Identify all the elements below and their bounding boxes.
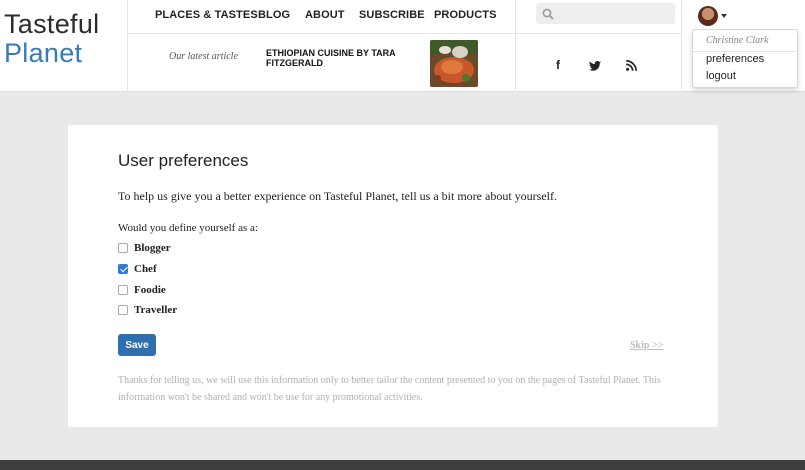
menu-item-logout[interactable]: logout [706,70,736,82]
checkbox-blogger[interactable] [118,243,128,253]
logo-line-2: Planet [4,38,83,68]
option-traveller[interactable]: Traveller [118,303,177,317]
avatar[interactable] [698,6,718,26]
nav-blog[interactable]: BLOG [258,9,290,21]
nav-places-tastes[interactable]: PLACES & TASTES [155,9,258,21]
intro-text: To help us give you a better experience … [118,189,557,203]
latest-article-thumbnail[interactable] [430,40,478,87]
page-title: User preferences [118,151,249,170]
privacy-note: Thanks for telling us, we will use this … [118,375,661,403]
latest-article-title[interactable]: ETHIOPIAN CUISINE by TARA FITZGERALD [266,48,411,68]
dropdown-user-name: Christine Clark [706,35,769,46]
divider [516,33,682,34]
chevron-down-icon[interactable] [721,14,727,18]
search-icon[interactable] [542,7,554,25]
option-foodie[interactable]: Foodie [118,283,166,297]
menu-item-preferences[interactable]: preferences [706,53,764,65]
nav-about[interactable]: ABOUT [305,9,345,21]
option-label: Foodie [134,284,166,296]
save-button[interactable]: Save [118,334,156,356]
logo-line-1: Tasteful [4,9,100,39]
user-dropdown-menu: Christine Clark preferences logout [692,29,798,88]
site-logo[interactable]: Tasteful Planet [0,0,128,92]
rss-icon[interactable] [626,60,637,74]
search-social-column: f [515,0,682,92]
preferences-card: User preferences To help us give you a b… [68,125,718,427]
dropdown-divider [693,51,797,52]
footer-bar [0,460,805,470]
option-chef[interactable]: Chef [118,262,157,276]
main-nav: PLACES & TASTES BLOG ABOUT SUBSCRIBE PRO… [128,0,516,34]
checkbox-foodie[interactable] [118,285,128,295]
facebook-icon[interactable]: f [556,58,560,72]
nav-products[interactable]: PRODUCTS [434,9,497,21]
option-label: Traveller [134,304,178,316]
nav-subscribe[interactable]: SUBSCRIBE [359,9,425,21]
skip-link[interactable]: Skip >> [630,340,663,351]
checkbox-traveller[interactable] [118,305,128,315]
question-label: Would you define yourself as a: [118,222,258,234]
twitter-icon[interactable] [589,60,601,74]
latest-article-strip: Our latest article ETHIOPIAN CUISINE by … [128,34,516,92]
site-header: Tasteful Planet PLACES & TASTES BLOG ABO… [0,0,805,92]
option-blogger[interactable]: Blogger [118,241,171,255]
latest-article-label: Our latest article [169,51,238,62]
option-label: Chef [134,263,157,275]
option-label: Blogger [134,242,171,254]
checkbox-chef[interactable] [118,264,128,274]
search-input[interactable] [536,3,675,24]
